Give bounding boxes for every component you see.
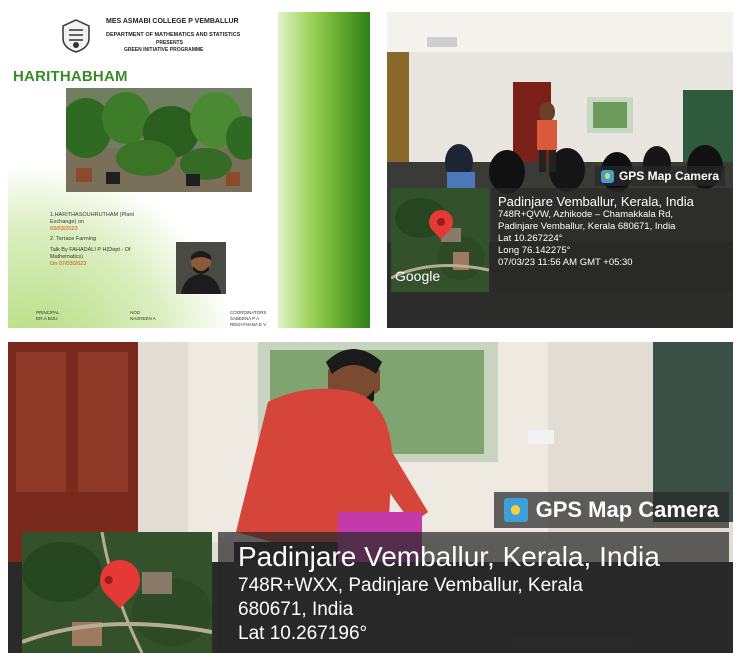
poster-panel: MES ASMABI COLLEGE P VEMBALLUR DEPARTMEN… [8,12,370,328]
gps-longitude: Long 76.142275° [498,245,571,256]
talk-by: Talk By FAHADALI P H(Dept - Of Mathemati… [50,247,131,260]
gps-location-large: Padinjare Vemballur, Kerala, India [238,541,660,572]
college-name: MES ASMABI COLLEGE P VEMBALLUR [106,18,239,25]
poster-title: HARITHABHAM [13,68,128,85]
event-list: 1.HARITHASOUHRUTHAM (Plant Exchange) on … [50,212,160,268]
plants-photo [66,88,252,192]
hod-name: NASREEN A [130,316,156,321]
gps-latitude: Lat 10.267224° [498,233,563,244]
gps-address-large-2: 680671, India [238,599,354,620]
gps-address-1: 748R+QVW, Azhikode – Chamakkala Rd, [498,209,674,220]
gps-camera-badge-large: GPS Map Camera [493,492,729,528]
google-logo: Google [395,268,441,284]
gps-latitude-large: Lat 10.267196° [238,623,368,644]
gps-camera-badge: GPS Map Camera [594,166,725,186]
gps-map-camera-icon-large [503,498,528,522]
gps-info-card: Padinjare Vemballur, Kerala, India 748R+… [491,188,733,292]
talk-date: On 07/03/2023 [50,261,87,267]
presents-text: PRESENTS [156,40,183,46]
coordinator-name-2: REKHYNANA E V [230,322,267,327]
gps-datetime: 07/03/23 11:56 AM GMT +05:30 [498,257,633,268]
classroom-photo-2: GPS Map Camera Padinjare Vemballur, Kera… [8,342,733,653]
programme-name: GREEN INITIATIVE PROGRAMME [124,47,204,53]
gps-address-2: Padinjare Vemballur, Kerala 680671, Indi… [498,221,676,232]
college-emblem-icon [62,19,90,53]
department-name: DEPARTMENT OF MATHEMATICS AND STATISTICS [106,32,241,38]
event-2: 2. Terrace Farming [50,236,97,242]
event-1-date: 03/03/2023 [50,226,78,232]
green-side-bar [278,12,370,328]
hod-block: HOD NASREEN A [130,310,156,322]
map-thumbnail: Google [391,188,489,292]
gps-app-name-large: GPS Map Camera [535,497,719,522]
event-1: 1.HARITHASOUHRUTHAM (Plant Exchange) on [50,212,135,225]
gps-app-name: GPS Map Camera [618,169,719,183]
coordinators-block: COORDINATORS SABEENA P A REKHYNANA E V [230,310,266,328]
gps-map-camera-icon [600,169,614,183]
gps-location: Padinjare Vemballur, Kerala, India [498,194,694,209]
gps-info-card-large: Padinjare Vemballur, Kerala, India 748R+… [218,532,729,653]
principal-block: PRINCIPAL DR.A BIJU [36,310,59,322]
principal-name: DR.A BIJU [36,316,58,321]
map-thumbnail-large [22,532,212,653]
classroom-photo-1: Google GPS Map Camera Padinjare Vemballu… [387,12,733,328]
speaker-photo [176,242,226,294]
gps-address-large-1: 748R+WXX, Padinjare Vemballur, Kerala [238,575,583,596]
